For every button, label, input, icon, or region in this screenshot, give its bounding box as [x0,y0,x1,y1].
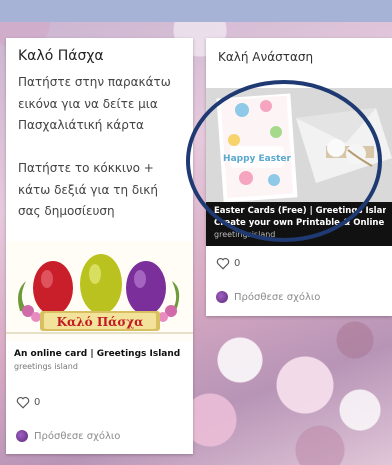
link-title: An online card | Greetings Island [14,349,181,359]
add-comment-label: Πρόσθεσε σχόλιο [34,430,121,442]
post-card-kalo-pascha[interactable]: Καλό Πάσχα Πατήστε στην παρακάτω εικόνα … [6,38,193,454]
annotation-ellipse [186,80,382,242]
media-caption-text: Καλό Πάσχα [57,315,144,329]
like-button[interactable]: 0 [216,257,240,270]
add-comment-button[interactable]: Πρόσθεσε σχόλιο [216,291,320,303]
add-comment-label: Πρόσθεσε σχόλιο [234,291,321,303]
like-count: 0 [234,258,241,269]
avatar [216,291,228,303]
like-count: 0 [34,397,41,408]
heart-icon [216,257,230,270]
post-title: Καλό Πάσχα [18,48,104,64]
like-button[interactable]: 0 [16,396,40,409]
add-comment-button[interactable]: Πρόσθεσε σχόλιο [16,430,120,442]
link-source: greetings island [14,362,78,371]
easter-eggs-image[interactable]: Καλό Πάσχα [6,241,193,341]
easter-eggs-illustration: Καλό Πάσχα [6,241,193,341]
post-body: Πατήστε στην παρακάτω εικόνα για να δείτ… [18,75,171,218]
post-title: Καλή Ανάσταση [218,50,314,64]
link-preview[interactable]: An online card | Greetings Island greeti… [6,341,193,383]
top-bar [0,0,392,22]
avatar [16,430,28,442]
heart-icon [16,396,30,409]
